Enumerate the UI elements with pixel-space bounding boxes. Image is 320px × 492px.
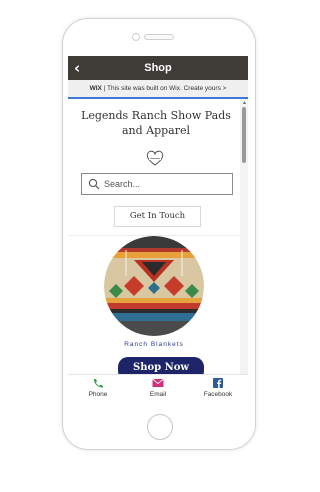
search-icon	[88, 178, 100, 190]
wix-logo: WIX	[89, 85, 102, 92]
scrollbar[interactable]: ▲ ▼	[240, 99, 248, 384]
nav-phone-label: Phone	[88, 391, 108, 398]
nav-email-label: Email	[149, 391, 167, 398]
camera-icon	[132, 33, 140, 41]
scroll-up-icon[interactable]: ▲	[242, 101, 247, 106]
site-logo[interactable]	[145, 149, 165, 167]
email-icon	[152, 378, 164, 387]
nav-phone[interactable]: Phone	[68, 378, 128, 398]
site-title: Legends Ranch Show Pads and Apparel	[81, 109, 231, 137]
phone-icon	[93, 379, 103, 388]
nav-email[interactable]: Email	[128, 378, 188, 398]
get-in-touch-button[interactable]: Get In Touch	[114, 206, 201, 227]
scrollbar-thumb[interactable]	[242, 107, 246, 163]
phone-screen: ‹ Shop WIX | This site was built on Wix.…	[68, 56, 248, 406]
nav-facebook-label: Facebook	[203, 391, 233, 398]
speaker-grille	[144, 34, 174, 40]
wix-banner[interactable]: WIX | This site was built on Wix. Create…	[68, 80, 248, 99]
product-caption[interactable]: Ranch Blankets	[68, 341, 240, 348]
nav-facebook[interactable]: Facebook	[188, 378, 248, 398]
facebook-icon	[213, 378, 223, 388]
home-button[interactable]	[147, 414, 173, 440]
search-input[interactable]	[104, 177, 226, 191]
ranch-blanket-image[interactable]	[104, 236, 204, 336]
page-title: Shop	[144, 62, 172, 74]
page-content: Legends Ranch Show Pads and Apparel Get …	[68, 99, 240, 378]
bottom-nav: Phone Email Facebook	[68, 374, 248, 406]
app-header: ‹ Shop	[68, 56, 248, 80]
search-box[interactable]	[81, 173, 233, 195]
wix-banner-text[interactable]: | This site was built on Wix. Create you…	[104, 85, 227, 92]
